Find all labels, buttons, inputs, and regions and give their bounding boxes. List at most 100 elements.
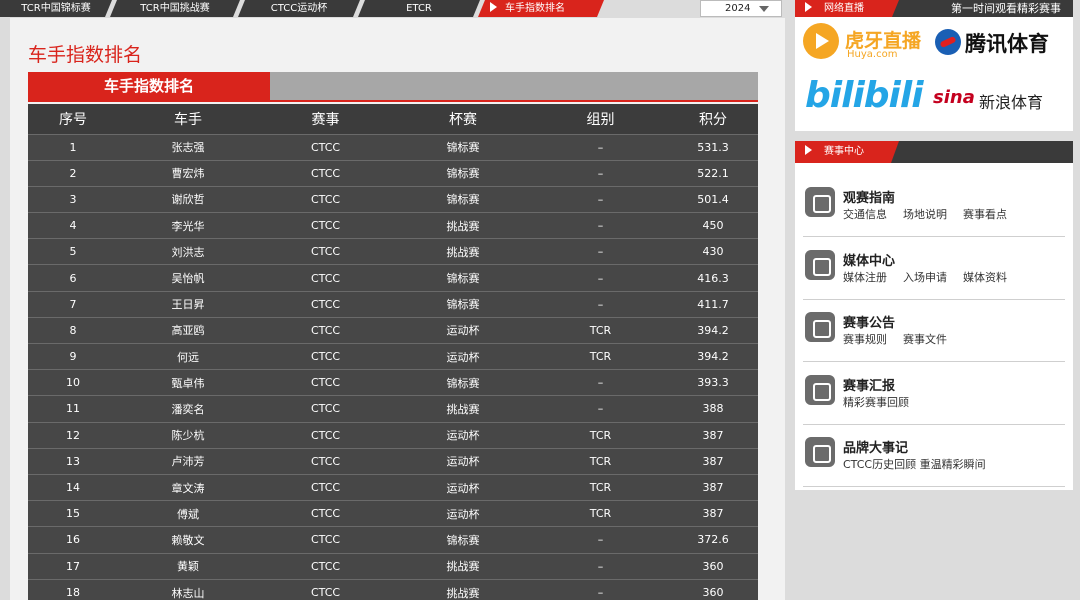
driver-cell[interactable]: 林志山 [118, 578, 258, 600]
entry-link[interactable]: 交通信息 [843, 206, 887, 222]
group-cell: – [533, 369, 668, 396]
huya-logo[interactable]: 虎牙直播 Huya.com [803, 23, 923, 63]
play-arrow-icon [805, 2, 812, 12]
driver-cell[interactable]: 曹宏炜 [118, 159, 258, 187]
year-select[interactable]: 2024 [700, 0, 782, 17]
table-row: 1 张志强 CTCC 锦标赛 –531.3 [28, 133, 758, 161]
series-cell: CTCC [258, 316, 393, 344]
driver-cell[interactable]: 潘奕名 [118, 395, 258, 423]
sina-sports-logo[interactable]: sina 新浪体育 [933, 85, 1068, 117]
tab-driver-ranking[interactable]: 车手指数排名 [478, 0, 604, 17]
event-center-label: 赛事中心 [824, 146, 864, 157]
cup-cell: 锦标赛 [393, 133, 533, 161]
entry-title[interactable]: 赛事公告 [843, 312, 895, 331]
event-center-entry[interactable]: 品牌大事记 CTCC历史回顾 重温精彩瞬间 [803, 425, 1065, 487]
tencent-sports-logo[interactable]: 腾讯体育 [935, 25, 1070, 61]
driver-cell[interactable]: 卢沛芳 [118, 447, 258, 475]
group-cell: TCR [533, 500, 668, 527]
points-cell: 393.3 [668, 369, 758, 396]
entry-title[interactable]: 品牌大事记 [843, 437, 908, 456]
driver-cell[interactable]: 吴怡帆 [118, 264, 258, 292]
entry-link[interactable]: 入场申请 [903, 269, 947, 285]
cup-cell: 锦标赛 [393, 369, 533, 396]
bilibili-logo[interactable]: bilibili [805, 75, 924, 116]
driver-cell[interactable]: 张志强 [118, 133, 258, 161]
rank-cell: 11 [28, 395, 118, 423]
entry-links: 交通信息 场地说明 赛事看点 [843, 206, 1023, 222]
driver-cell[interactable]: 高亚鸥 [118, 316, 258, 344]
cup-cell: 运动杯 [393, 342, 533, 370]
entry-link[interactable]: 赛事规则 [843, 331, 887, 347]
driver-cell[interactable]: 刘洪志 [118, 238, 258, 265]
tab-etcr[interactable]: ETCR [358, 0, 480, 17]
group-cell: – [533, 159, 668, 187]
table-header-row: 序号 车手 赛事 杯赛 组别 积分 [28, 104, 758, 134]
entry-link[interactable]: 媒体资料 [963, 269, 1007, 285]
driver-cell[interactable]: 何远 [118, 342, 258, 370]
section-title: 车手指数排名 [28, 72, 270, 100]
series-cell: CTCC [258, 264, 393, 292]
entry-links: 赛事规则 赛事文件 [843, 331, 963, 347]
driver-cell[interactable]: 赖敬文 [118, 526, 258, 553]
event-center-entry[interactable]: 媒体中心 媒体注册 入场申请 媒体资料 [803, 238, 1065, 300]
group-cell: TCR [533, 473, 668, 501]
entry-link[interactable]: 赛事文件 [903, 331, 947, 347]
cup-cell: 锦标赛 [393, 290, 533, 318]
rank-cell: 14 [28, 473, 118, 501]
driver-cell[interactable]: 傅斌 [118, 500, 258, 527]
driver-cell[interactable]: 谢欣哲 [118, 185, 258, 213]
driver-cell[interactable]: 王日昇 [118, 290, 258, 318]
points-cell: 411.7 [668, 290, 758, 318]
tab-tcr-challenge[interactable]: TCR中国挑战赛 [110, 0, 240, 17]
series-cell: CTCC [258, 395, 393, 423]
table-row: 13 卢沛芳 CTCC 运动杯 TCR 387 [28, 447, 758, 475]
series-cell: CTCC [258, 500, 393, 527]
driver-cell[interactable]: 章文涛 [118, 473, 258, 501]
table-row: 12 陈少杭 CTCC 运动杯 TCR 387 [28, 421, 758, 449]
series-cell: CTCC [258, 238, 393, 265]
driver-cell[interactable]: 李光华 [118, 212, 258, 239]
event-center-header: 赛事中心 [795, 141, 1073, 163]
column-header: 积分 [668, 104, 758, 134]
rank-cell: 5 [28, 238, 118, 265]
driver-cell[interactable]: 陈少杭 [118, 421, 258, 449]
event-center-entry[interactable]: 赛事公告 赛事规则 赛事文件 [803, 300, 1065, 362]
entry-link[interactable]: 赛事看点 [963, 206, 1007, 222]
column-header: 车手 [118, 104, 258, 134]
entry-link[interactable]: 精彩赛事回顾 [843, 394, 909, 410]
series-cell: CTCC [258, 185, 393, 213]
tab-tcr-championship[interactable]: TCR中国锦标赛 [0, 0, 112, 17]
points-cell: 394.2 [668, 316, 758, 344]
entry-title[interactable]: 赛事汇报 [843, 375, 895, 394]
rank-cell: 2 [28, 159, 118, 187]
rank-cell: 4 [28, 212, 118, 239]
live-tab[interactable]: 网络直播 [795, 0, 899, 17]
event-center-tab[interactable]: 赛事中心 [795, 141, 899, 163]
table-row: 10 甄卓伟 CTCC 锦标赛 –393.3 [28, 369, 758, 396]
series-cell: CTCC [258, 473, 393, 501]
series-cell: CTCC [258, 342, 393, 370]
live-header: 网络直播 第一时间观看精彩赛事 [795, 0, 1073, 17]
entry-link[interactable]: CTCC历史回顾 重温精彩瞬间 [843, 456, 986, 472]
series-cell: CTCC [258, 133, 393, 161]
entry-title[interactable]: 媒体中心 [843, 250, 895, 269]
entry-links: 媒体注册 入场申请 媒体资料 [843, 269, 1023, 285]
cup-cell: 挑战赛 [393, 578, 533, 600]
tab-ctcc-sport-cup[interactable]: CTCC运动杯 [238, 0, 360, 17]
entry-link[interactable]: 场地说明 [903, 206, 947, 222]
driver-cell[interactable]: 黄颖 [118, 552, 258, 580]
event-center-entry[interactable]: 观赛指南 交通信息 场地说明 赛事看点 [803, 175, 1065, 237]
cup-cell: 运动杯 [393, 473, 533, 501]
series-cell: CTCC [258, 526, 393, 553]
entry-link[interactable]: 媒体注册 [843, 269, 887, 285]
cup-cell: 挑战赛 [393, 395, 533, 423]
year-select-value: 2024 [725, 3, 751, 14]
live-note: 第一时间观看精彩赛事 [951, 2, 1061, 15]
points-cell: 360 [668, 552, 758, 580]
driver-cell[interactable]: 甄卓伟 [118, 369, 258, 396]
series-cell: CTCC [258, 552, 393, 580]
group-cell: TCR [533, 421, 668, 449]
entry-title[interactable]: 观赛指南 [843, 187, 895, 206]
event-center-entry[interactable]: 赛事汇报 精彩赛事回顾 [803, 363, 1065, 425]
series-cell: CTCC [258, 212, 393, 239]
